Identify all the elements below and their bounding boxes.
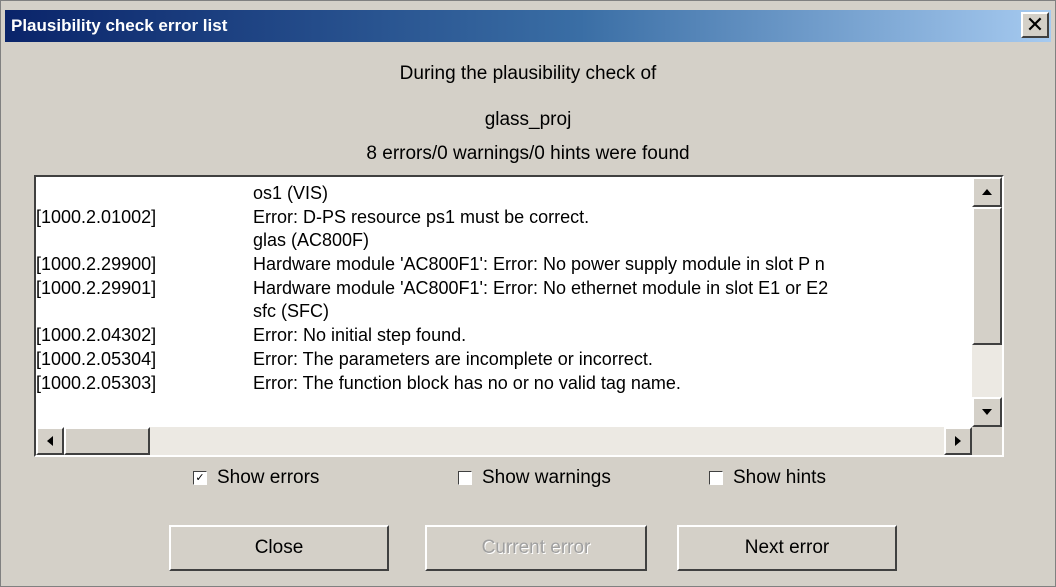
show-errors-checkbox[interactable]: ✓ Show errors xyxy=(193,467,319,489)
error-message: Hardware module 'AC800F1': Error: No pow… xyxy=(253,254,825,275)
error-message: Error: No initial step found. xyxy=(253,325,467,346)
window-title: Plausibility check error list xyxy=(11,16,228,35)
show-errors-label: Show errors xyxy=(217,467,320,488)
project-name: glass_proj xyxy=(484,109,572,130)
result-summary: 8 errors/0 warnings/0 hints were found xyxy=(366,143,690,164)
error-message: glas (AC800F) xyxy=(253,230,370,251)
close-window-button[interactable]: ✕ xyxy=(1021,12,1049,38)
vertical-scrollbar[interactable] xyxy=(972,177,1002,427)
arrow-left-icon xyxy=(47,436,53,446)
error-message: Error: The parameters are incomplete or … xyxy=(253,348,653,369)
show-errors-box[interactable]: ✓ xyxy=(193,471,207,485)
error-message: Hardware module 'AC800F1': Error: No eth… xyxy=(253,277,829,298)
close-button[interactable]: Close xyxy=(169,525,389,571)
error-message: Error: The function block has no or no v… xyxy=(253,372,681,393)
show-warnings-checkbox[interactable]: Show warnings xyxy=(458,467,611,489)
scroll-down-button[interactable] xyxy=(972,397,1002,427)
scroll-left-button[interactable] xyxy=(36,427,64,455)
error-code: [1000.2.01002] xyxy=(36,206,157,227)
scroll-right-button[interactable] xyxy=(944,427,972,455)
error-message: sfc (SFC) xyxy=(253,301,329,322)
show-warnings-label: Show warnings xyxy=(482,467,611,488)
filter-options: ✓ Show errors Show warnings Show hints xyxy=(1,467,1055,497)
scrollbar-corner xyxy=(972,427,1002,455)
plausibility-dialog: Plausibility check error list ✕ During t… xyxy=(0,0,1056,587)
list-item[interactable]: os1 (VIS) xyxy=(36,183,970,207)
show-hints-box[interactable] xyxy=(709,471,723,485)
show-hints-label: Show hints xyxy=(733,467,826,488)
scroll-up-button[interactable] xyxy=(972,177,1002,207)
vertical-scroll-thumb[interactable] xyxy=(972,207,1002,345)
list-item[interactable]: [1000.2.29900] Hardware module 'AC800F1':… xyxy=(36,254,970,278)
list-item[interactable]: [1000.2.05303] Error: The function block … xyxy=(36,373,970,397)
list-item[interactable]: glas (AC800F) xyxy=(36,230,970,254)
error-code: [1000.2.04302] xyxy=(36,325,157,346)
next-error-button[interactable]: Next error xyxy=(677,525,897,571)
close-icon: ✕ xyxy=(1025,12,1045,37)
error-code: [1000.2.05303] xyxy=(36,372,157,393)
list-item[interactable]: sfc (SFC) xyxy=(36,301,970,325)
list-item[interactable]: [1000.2.29901] Hardware module 'AC800F1':… xyxy=(36,278,970,302)
error-list[interactable]: os1 (VIS) [1000.2.01002] Error: D-PS resou… xyxy=(34,175,1004,457)
error-code: [1000.2.29901] xyxy=(36,277,157,298)
arrow-right-icon xyxy=(955,436,961,446)
horizontal-scroll-thumb[interactable] xyxy=(64,427,150,455)
error-message: os1 (VIS) xyxy=(253,183,329,203)
list-item[interactable]: [1000.2.01002] Error: D-PS resource ps1 m… xyxy=(36,207,970,231)
list-item[interactable]: [1000.2.04302] Error: No initial step fou… xyxy=(36,325,970,349)
error-code: [1000.2.05304] xyxy=(36,348,157,369)
current-error-button[interactable]: Current error xyxy=(425,525,647,571)
error-list-content: os1 (VIS) [1000.2.01002] Error: D-PS resou… xyxy=(36,183,970,425)
show-warnings-box[interactable] xyxy=(458,471,472,485)
error-code: [1000.2.29900] xyxy=(36,254,157,275)
title-bar: Plausibility check error list ✕ xyxy=(5,10,1051,42)
horizontal-scrollbar[interactable] xyxy=(36,427,972,455)
arrow-up-icon xyxy=(982,189,992,195)
check-intro-text: During the plausibility check of xyxy=(399,63,657,84)
arrow-down-icon xyxy=(982,409,992,415)
error-message: Error: D-PS resource ps1 must be correct… xyxy=(253,206,590,227)
show-hints-checkbox[interactable]: Show hints xyxy=(709,467,826,489)
list-item[interactable]: [1000.2.05304] Error: The parameters are … xyxy=(36,349,970,373)
